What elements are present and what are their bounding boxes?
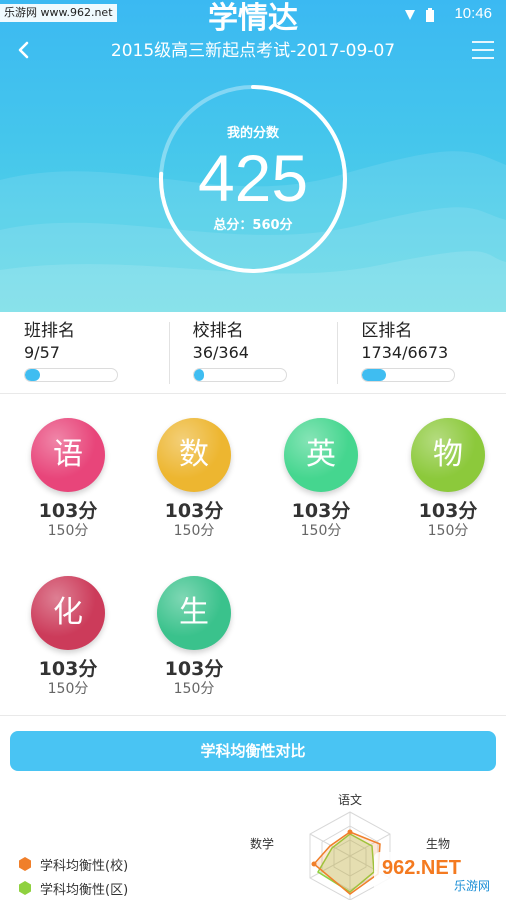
- subject-full-score: 150分: [47, 523, 89, 539]
- radar-axis-label: 生物: [426, 837, 450, 851]
- total-score-label: 总分：560分: [213, 218, 293, 233]
- subject-score: 103分: [38, 658, 98, 680]
- svg-text:962.NET: 962.NET: [382, 857, 461, 879]
- hamburger-icon: [472, 41, 494, 59]
- rank-value: 36/364: [192, 343, 249, 362]
- legend-label: 学科均衡性(区): [40, 882, 129, 898]
- subject-badge: 英: [284, 418, 358, 492]
- subject-full-score: 150分: [300, 523, 342, 539]
- rank-label: 校排名: [192, 321, 244, 341]
- rank-district: 区排名 1734/6673: [337, 312, 506, 393]
- subject-biology[interactable]: 生 103分 150分: [149, 576, 239, 698]
- subject-full-score: 150分: [47, 681, 89, 697]
- radar-axis-label: 语文: [338, 792, 362, 807]
- subject-score: 103分: [291, 500, 351, 522]
- rank-value: 9/57: [24, 343, 60, 362]
- subject-score: 103分: [164, 500, 224, 522]
- subject-badge: 语: [31, 418, 105, 492]
- subject-chinese[interactable]: 语 103分 150分: [23, 418, 113, 540]
- hexagon-icon: [19, 881, 31, 895]
- subject-physics[interactable]: 物 103分 150分: [403, 418, 493, 540]
- legend-item-district[interactable]: 学科均衡性(区): [18, 876, 128, 900]
- subject-full-score: 150分: [173, 523, 215, 539]
- rank-school: 校排名 36/364: [168, 312, 338, 393]
- svg-text:乐游网: 乐游网: [454, 879, 490, 893]
- subject-math[interactable]: 数 103分 150分: [149, 418, 239, 540]
- radar-axis-label: 数学: [250, 836, 274, 851]
- legend-item-school[interactable]: 学科均衡性(校): [18, 852, 128, 876]
- app-title: 学情达: [208, 1, 298, 36]
- watermark-logo: 962.NET 乐游网: [374, 852, 500, 896]
- subject-badge: 数: [157, 418, 231, 492]
- rank-panel: 班排名 9/57 校排名 36/364 区排名 1734/6673: [0, 312, 506, 394]
- rank-value: 1734/6673: [361, 343, 449, 362]
- score-value: 425: [197, 141, 309, 215]
- subject-full-score: 150分: [427, 523, 469, 539]
- rank-label: 班排名: [24, 321, 75, 341]
- score-header: 乐游网 www.962.net 10:46 学情达 2015级高三新起点考试-2…: [0, 0, 506, 312]
- rank-label: 区排名: [361, 321, 413, 341]
- subject-score: 103分: [164, 658, 224, 680]
- subject-chemistry[interactable]: 化 103分 150分: [23, 576, 113, 698]
- menu-button[interactable]: [470, 38, 496, 62]
- subject-grid: 语 103分 150分 数 103分 150分 英 103分 150分 物 10…: [0, 394, 506, 716]
- exam-title: 2015级高三新起点考试-2017-09-07: [110, 41, 396, 61]
- hexagon-icon: [19, 857, 31, 871]
- rank-progress-bar: [361, 368, 456, 382]
- subject-badge: 物: [411, 418, 485, 492]
- rank-class: 班排名 9/57: [0, 312, 169, 393]
- subject-score: 103分: [418, 500, 478, 522]
- legend-label: 学科均衡性(校): [40, 858, 129, 874]
- subject-full-score: 150分: [173, 681, 215, 697]
- balance-compare-button[interactable]: 学科均衡性对比: [10, 731, 496, 771]
- rank-progress-bar: [192, 368, 287, 382]
- radar-legend: 学科均衡性(校) 学科均衡性(区): [18, 852, 128, 900]
- subject-badge: 化: [31, 576, 105, 650]
- score-label: 我的分数: [226, 126, 279, 141]
- subject-english[interactable]: 英 103分 150分: [276, 418, 366, 540]
- subject-score: 103分: [38, 500, 98, 522]
- rank-progress-bar: [24, 368, 118, 382]
- subject-badge: 生: [157, 576, 231, 650]
